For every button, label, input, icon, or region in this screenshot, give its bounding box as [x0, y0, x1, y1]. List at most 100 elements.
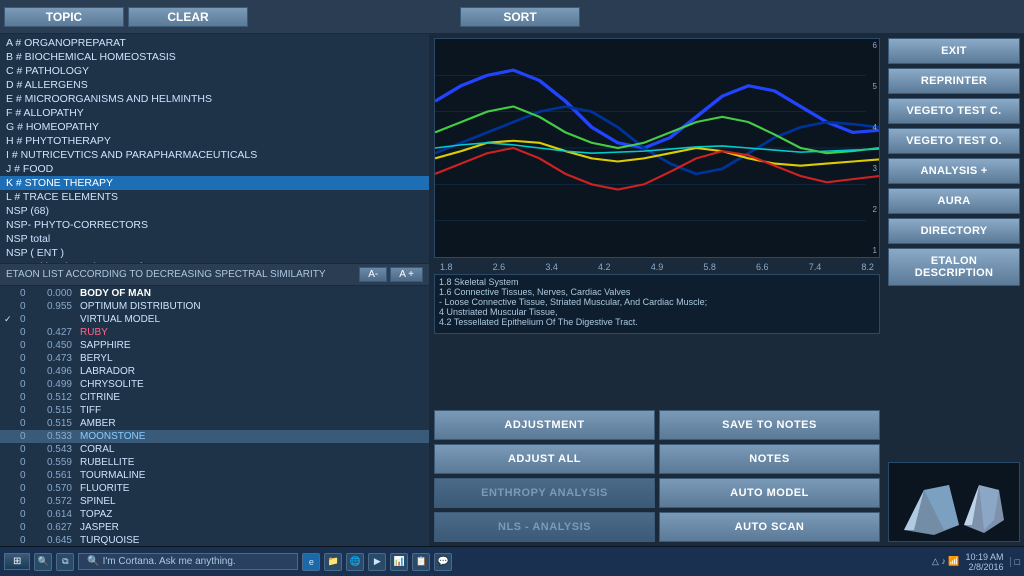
reprinter-button[interactable]: REPRINTER: [888, 68, 1020, 94]
topic-item[interactable]: A # ORGANOPREPARAT: [0, 36, 429, 50]
adjustment-button[interactable]: ADJUSTMENT: [434, 410, 655, 440]
folder-icon[interactable]: 📁: [324, 553, 342, 571]
directory-button[interactable]: DIRECTORY: [888, 218, 1020, 244]
etalon-item[interactable]: 00.955OPTIMUM DISTRIBUTION: [0, 300, 429, 313]
etalon-num: 0: [20, 353, 30, 364]
etalon-item[interactable]: 00.543CORAL: [0, 443, 429, 456]
topic-item[interactable]: D # ALLERGENS: [0, 78, 429, 92]
etalon-score: 0.450: [34, 340, 72, 351]
topic-item[interactable]: NSP (68): [0, 204, 429, 218]
etalon-name: CHRYSOLITE: [76, 379, 144, 390]
chart-y-labels: 6 5 4 3 2 1: [873, 39, 877, 257]
topic-item[interactable]: B # BIOCHEMICAL HOMEOSTASIS: [0, 50, 429, 64]
etalon-item[interactable]: 00.512CITRINE: [0, 391, 429, 404]
etalon-item[interactable]: 00.572SPINEL: [0, 495, 429, 508]
sort-button[interactable]: SORT: [460, 7, 580, 27]
topic-item[interactable]: J # FOOD: [0, 162, 429, 176]
etalon-name: RUBY: [76, 327, 108, 338]
etalon-item[interactable]: 00.645TURQUOISE: [0, 534, 429, 546]
etalon-item[interactable]: 00.561TOURMALINE: [0, 469, 429, 482]
etalon-score: 0.627: [34, 522, 72, 533]
aura-button[interactable]: AURA: [888, 188, 1020, 214]
etalon-score: 0.473: [34, 353, 72, 364]
info-text: 1.8 Skeletal System 1.6 Connective Tissu…: [439, 277, 875, 327]
etalon-item[interactable]: 00.499CHRYSOLITE: [0, 378, 429, 391]
etalon-list[interactable]: 00.000BODY OF MAN 0 0.955 OPTIMUM DISTRIBUT…: [0, 286, 429, 546]
topic-item[interactable]: NSP- PHYTO-CORRECTORS: [0, 218, 429, 232]
taskbar-date: 2/8/2016: [969, 562, 1004, 572]
topic-item[interactable]: NSP ( ENT ): [0, 246, 429, 260]
etalon-item[interactable]: 00.000BODY OF MAN: [0, 287, 429, 300]
etalon-name: TOPAZ: [76, 509, 112, 520]
etalon-item[interactable]: 00.570FLUORITE: [0, 482, 429, 495]
topic-item[interactable]: F # ALLOPATHY: [0, 106, 429, 120]
exit-button[interactable]: EXIT: [888, 38, 1020, 64]
etalon-name: SPINEL: [76, 496, 116, 507]
vegeto-c-button[interactable]: VEGETO TEST C.: [888, 98, 1020, 124]
taskbar: ⊞ 🔍 ⧉ 🔍 I'm Cortana. Ask me anything. e …: [0, 546, 1024, 576]
center-panel: 6 5 4 3 2 1: [430, 34, 884, 546]
etalon-num: 0: [20, 340, 30, 351]
ie-icon[interactable]: 🌐: [346, 553, 364, 571]
etalon-item[interactable]: 00.559RUBELLITE: [0, 456, 429, 469]
etalon-score: 0.533: [34, 431, 72, 442]
etalon-num: 0: [20, 327, 30, 338]
etalon-score: 0.499: [34, 379, 72, 390]
etalon-item[interactable]: 00.473BERYL: [0, 352, 429, 365]
topic-item[interactable]: G # HOMEOPATHY: [0, 120, 429, 134]
topic-list[interactable]: A # ORGANOPREPARATB # BIOCHEMICAL HOMEOS…: [0, 34, 429, 264]
etalon-item[interactable]: 00.533MOONSTONE: [0, 430, 429, 443]
auto-scan-button[interactable]: AUTO SCAN: [659, 512, 880, 542]
etalon-name: OPTIMUM DISTRIBUTION: [76, 301, 201, 312]
etalon-num: 0: [20, 405, 30, 416]
taskbar-icons-systray: △ ♪ 📶: [932, 556, 960, 567]
topic-item[interactable]: I # NUTRICEVTICS AND PARAPHARMACEUTICALS: [0, 148, 429, 162]
etalon-name: LABRADOR: [76, 366, 135, 377]
etalon-item[interactable]: 00.515TIFF: [0, 404, 429, 417]
cortana-box[interactable]: 🔍 I'm Cortana. Ask me anything.: [78, 553, 298, 570]
auto-model-button[interactable]: AUTO MODEL: [659, 478, 880, 508]
etalon-name: SAPPHIRE: [76, 340, 131, 351]
topic-item[interactable]: C # PATHOLOGY: [0, 64, 429, 78]
topic-item[interactable]: K # STONE THERAPY: [0, 176, 429, 190]
etalon-item[interactable]: 00.515AMBER: [0, 417, 429, 430]
topic-item[interactable]: NSP total: [0, 232, 429, 246]
app-icon-2[interactable]: 📋: [412, 553, 430, 571]
topic-item[interactable]: L # TRACE ELEMENTS: [0, 190, 429, 204]
etalon-item[interactable]: ✓0VIRTUAL MODEL: [0, 313, 429, 326]
show-desktop-icon[interactable]: □: [1010, 557, 1020, 567]
etalon-desc-button[interactable]: ETALON DESCRIPTION: [888, 248, 1020, 286]
etalon-num: 0: [20, 431, 30, 442]
analysis-button[interactable]: ANALYSIS +: [888, 158, 1020, 184]
media-icon[interactable]: ▶: [368, 553, 386, 571]
etalon-item[interactable]: 00.614TOPAZ: [0, 508, 429, 521]
az-minus-button[interactable]: A-: [359, 267, 387, 282]
etalon-item[interactable]: 0 0.427 RUBY: [0, 326, 429, 339]
topic-item[interactable]: H # PHYTOTHERAPY: [0, 134, 429, 148]
taskbar-search-icon[interactable]: 🔍: [34, 553, 52, 571]
app-icon-1[interactable]: 📊: [390, 553, 408, 571]
etalon-score: 0.427: [34, 327, 72, 338]
taskbar-task-view[interactable]: ⧉: [56, 553, 74, 571]
etalon-score: 0.543: [34, 444, 72, 455]
topic-button[interactable]: TOPIC: [4, 7, 124, 27]
etalon-item[interactable]: 00.496LABRADOR: [0, 365, 429, 378]
enthropy-button: ENTHROPY ANALYSIS: [434, 478, 655, 508]
notes-button[interactable]: NOTES: [659, 444, 880, 474]
topic-item[interactable]: E # MICROORGANISMS AND HELMINTHS: [0, 92, 429, 106]
az-plus-button[interactable]: A +: [390, 267, 423, 282]
adjust-all-button[interactable]: ADJUST ALL: [434, 444, 655, 474]
save-to-notes-button[interactable]: SAVE TO NOTES: [659, 410, 880, 440]
etalon-item[interactable]: 0 0.450 SAPPHIRE: [0, 339, 429, 352]
etalon-item[interactable]: 00.627JASPER: [0, 521, 429, 534]
stone-image: [888, 462, 1020, 542]
clear-button[interactable]: CLEAR: [128, 7, 248, 27]
etalon-score: 0.955: [34, 301, 72, 312]
edge-icon[interactable]: e: [302, 553, 320, 571]
vegeto-o-button[interactable]: VEGETO TEST O.: [888, 128, 1020, 154]
etalon-header: ETAON LIST ACCORDING TO DECREASING SPECT…: [0, 264, 429, 286]
app-icon-3[interactable]: 💬: [434, 553, 452, 571]
etalon-score: 0.559: [34, 457, 72, 468]
etalon-score: 0.512: [34, 392, 72, 403]
start-button[interactable]: ⊞: [4, 553, 30, 570]
